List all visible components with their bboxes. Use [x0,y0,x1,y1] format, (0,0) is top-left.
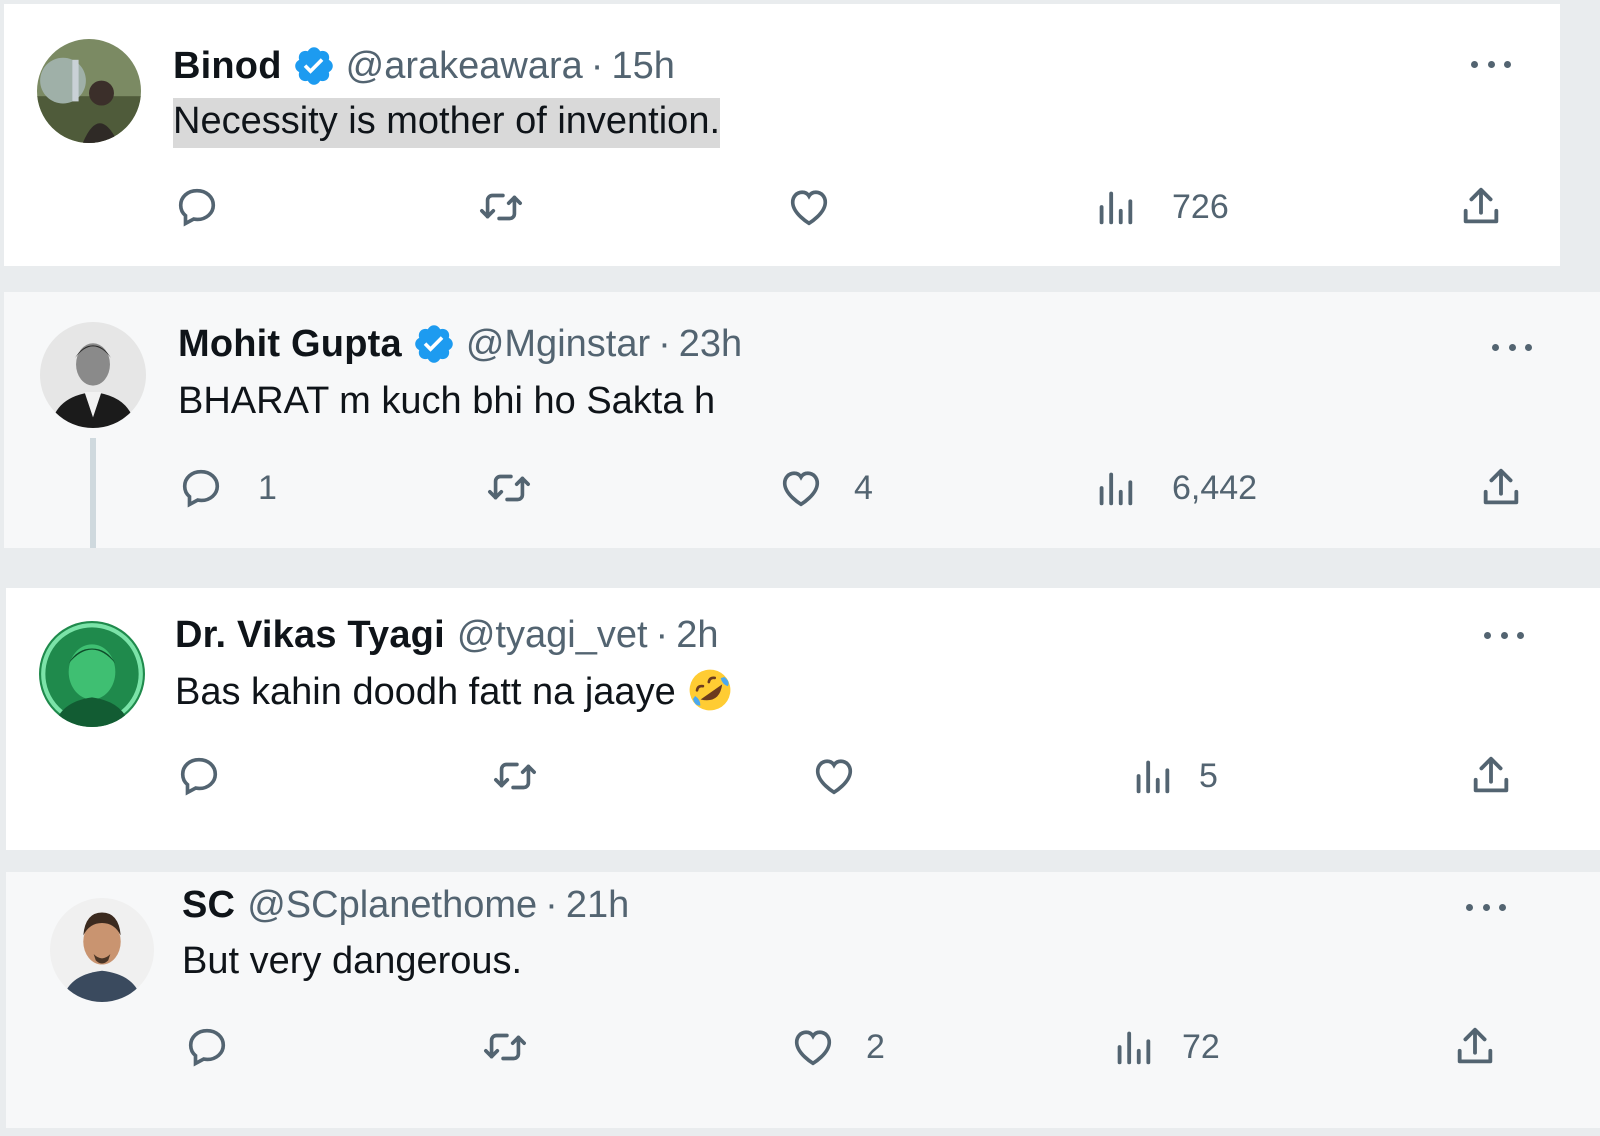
avatar[interactable] [37,39,141,143]
reply-button[interactable] [176,753,258,799]
author-name[interactable]: Dr. Vikas Tyagi [175,614,445,657]
tweet-text: Necessity is mother of invention. [173,98,721,148]
timestamp[interactable]: 15h [611,45,674,88]
more-options-icon[interactable] [1492,342,1532,354]
retweet-button[interactable] [492,753,538,799]
like-count: 2 [866,1027,885,1066]
avatar-image [37,39,141,143]
views-button[interactable]: 72 [1110,1024,1220,1070]
reply-button[interactable]: 1 [178,465,277,511]
views-button[interactable]: 726 [1092,184,1229,230]
bar-chart-icon [1099,191,1133,225]
avatar-image [39,621,145,727]
bar-chart-icon [1117,1031,1151,1065]
verified-badge-icon [412,322,456,366]
views-count: 72 [1182,1027,1220,1066]
retweet-button[interactable] [486,465,532,511]
retweet-button[interactable] [482,1024,528,1070]
views-count: 726 [1172,187,1229,226]
retweet-icon [484,1033,526,1061]
like-button[interactable] [786,184,868,230]
rolling-on-floor-laughing-emoji [686,666,734,714]
avatar[interactable] [50,898,154,1002]
more-options-icon[interactable] [1471,59,1511,71]
upload-icon [1457,1027,1493,1064]
tweet-text: BHARAT m kuch bhi ho Sakta h [178,380,716,422]
bar-chart-icon [1136,760,1170,794]
author-name[interactable]: Binod [173,45,282,88]
timestamp[interactable]: 2h [676,614,718,657]
bar-chart-icon [1099,472,1133,506]
separator: · [655,614,669,656]
tweet-text: But very dangerous. [182,940,523,982]
more-options-icon[interactable] [1484,630,1524,642]
separator: · [545,884,558,926]
reply-count: 1 [258,468,277,507]
separator: · [658,322,671,365]
share-button[interactable] [1468,753,1514,799]
thread-line [90,438,96,548]
tweet-card[interactable]: Mohit Gupta @Mginstar · 23h BHARAT m kuc… [4,292,1600,548]
reply-button[interactable] [174,184,256,230]
tweet-card[interactable]: SC @SCplanethome · 21h But very dangerou… [6,872,1600,1128]
speech-bubble-icon [178,188,216,227]
upload-icon [1473,756,1509,793]
author-handle[interactable]: @arakeawara [346,45,583,88]
views-count: 6,442 [1172,468,1258,507]
avatar-image [50,898,154,1002]
heart-icon [794,1030,832,1066]
like-button[interactable]: 2 [790,1024,885,1070]
more-options-icon[interactable] [1466,902,1506,914]
share-button[interactable] [1452,1024,1498,1070]
heart-icon [815,759,853,795]
like-button[interactable] [811,753,893,799]
speech-bubble-icon [182,469,220,508]
author-name[interactable]: Mohit Gupta [178,323,402,366]
separator: · [590,44,604,87]
like-count: 4 [854,468,873,507]
views-button[interactable]: 6,442 [1092,465,1257,511]
upload-icon [1463,187,1499,224]
timestamp[interactable]: 21h [566,884,629,927]
like-button[interactable]: 4 [778,465,873,511]
avatar-image [40,322,146,428]
author-name[interactable]: SC [182,884,235,927]
retweet-button[interactable] [478,184,524,230]
share-button[interactable] [1478,465,1524,511]
avatar[interactable] [40,322,146,428]
views-button[interactable]: 5 [1129,753,1218,799]
tweet-card[interactable]: Dr. Vikas Tyagi @tyagi_vet · 2h Bas kahi… [6,588,1600,850]
retweet-icon [480,193,522,221]
reply-button[interactable] [184,1024,266,1070]
author-handle[interactable]: @SCplanethome [247,884,537,927]
timestamp[interactable]: 23h [679,323,742,366]
retweet-icon [494,762,536,790]
tweet-card[interactable]: Binod @arakeawara · 15h Necessity is mot… [4,4,1560,266]
speech-bubble-icon [188,1028,226,1067]
author-handle[interactable]: @tyagi_vet [457,614,648,657]
speech-bubble-icon [180,757,218,796]
share-button[interactable] [1458,184,1504,230]
tweet-text: Bas kahin doodh fatt na jaaye [175,671,676,714]
author-handle[interactable]: @Mginstar [466,323,650,366]
views-count: 5 [1199,756,1218,795]
upload-icon [1483,468,1519,505]
heart-icon [782,471,820,507]
retweet-icon [488,474,530,502]
heart-icon [790,190,828,226]
avatar[interactable] [39,621,145,727]
verified-badge-icon [292,44,336,88]
